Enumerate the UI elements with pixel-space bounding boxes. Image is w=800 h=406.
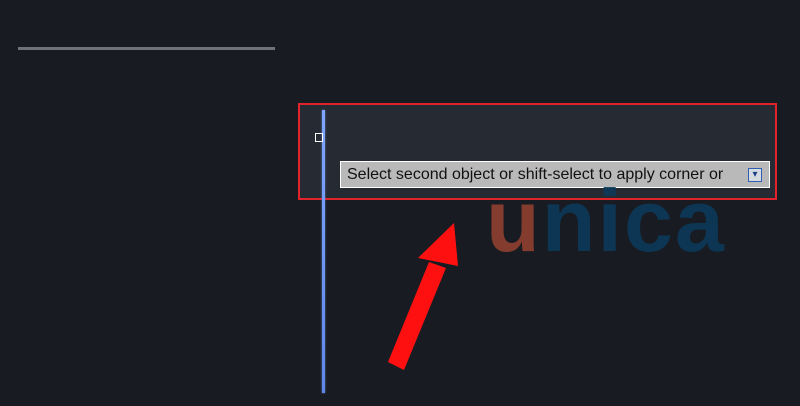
cursor-square-icon bbox=[315, 133, 323, 142]
horizontal-line-object[interactable] bbox=[18, 47, 275, 50]
drawing-canvas[interactable]: Select second object or shift-select to … bbox=[0, 0, 800, 406]
vertical-line-object[interactable] bbox=[322, 110, 325, 393]
expand-icon[interactable]: ▾ bbox=[748, 168, 762, 182]
pointer-arrow-icon bbox=[388, 223, 458, 370]
command-tooltip: Select second object or shift-select to … bbox=[340, 161, 770, 188]
tooltip-text: Select second object or shift-select to … bbox=[347, 165, 724, 183]
